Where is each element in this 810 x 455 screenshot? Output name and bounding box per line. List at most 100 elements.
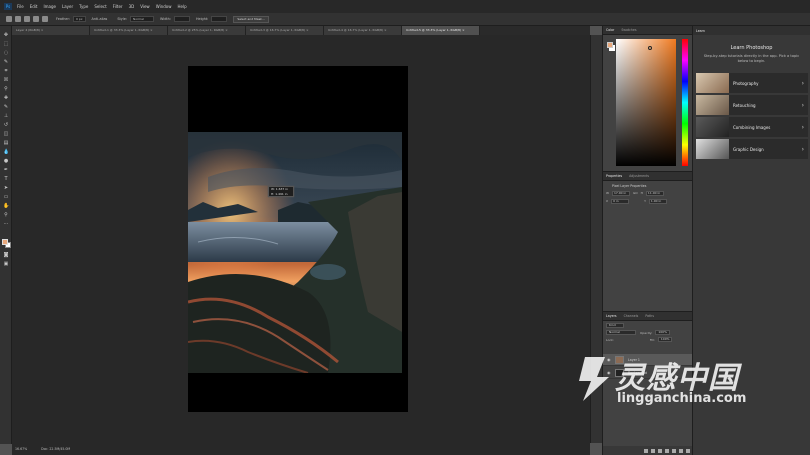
tab-channels[interactable]: Channels [624,314,639,318]
type-tool-icon[interactable]: T [3,176,9,182]
hue-slider[interactable] [682,39,688,166]
menu-view[interactable]: View [140,4,150,9]
tab-swatches[interactable]: Swatches [621,28,636,32]
learn-card-combining-images[interactable]: Combining Images › [696,117,808,137]
learn-card-graphic-design[interactable]: Graphic Design › [696,139,808,159]
antialias-checkbox[interactable]: Anti-alias [92,17,108,21]
learn-card-photography[interactable]: Photography › [696,73,808,93]
add-selection-icon[interactable] [24,16,30,22]
feather-input[interactable]: 0 px [72,16,86,22]
frame-tool-icon[interactable]: ☒ [3,77,9,83]
tab-adjustments[interactable]: Adjustments [629,174,649,178]
eraser-tool-icon[interactable]: ◫ [3,131,9,137]
menu-edit[interactable]: Edit [30,4,38,9]
canvas-area[interactable]: W: 1.637 in H: 1.491 in [12,35,590,443]
color-saturation-field[interactable] [616,39,676,166]
opacity-input[interactable]: 100% [655,330,670,335]
photography-thumbnail [696,73,729,93]
learn-card-retouching[interactable]: Retouching › [696,95,808,115]
new-selection-icon[interactable] [15,16,21,22]
color-panel-header: Color Swatches [603,26,693,35]
menu-layer[interactable]: Layer [62,4,73,9]
w-input[interactable]: 17.00 in [611,191,630,196]
menu-help[interactable]: Help [177,4,186,9]
y-input[interactable]: 1.00 in [648,199,667,204]
menu-file[interactable]: File [17,4,24,9]
tab-doc-3[interactable]: Untitled-2 @ 25% (Layer 1, RGB/8) × [168,26,246,35]
tab-doc-active[interactable]: Untitled-5 @ 33.3% (Layer 1, RGB/8) × [402,26,480,35]
stamp-tool-icon[interactable]: ⊥ [3,113,9,119]
dodge-tool-icon[interactable]: ● [3,158,9,164]
options-bar: Feather: 0 px Anti-alias Style: Normal W… [0,13,810,26]
document-canvas[interactable]: W: 1.637 in H: 1.491 in [188,66,408,412]
history-brush-icon[interactable]: ↺ [3,122,9,128]
width-input[interactable] [173,16,190,22]
tab-doc-2[interactable]: Untitled-1 @ 33.3% (Layer 1, RGB/8) × [90,26,168,35]
delete-layer-icon[interactable] [686,448,690,453]
feather-label: Feather: [56,17,70,21]
adjustment-layer-icon[interactable] [665,448,669,453]
menu-window[interactable]: Window [156,4,172,9]
quick-select-tool-icon[interactable]: ✎ [3,59,9,65]
landscape-photo: W: 1.637 in H: 1.491 in [188,132,402,373]
move-tool-icon[interactable]: ✥ [3,32,9,38]
x-input[interactable]: 0 in [611,199,630,204]
kind-filter-select[interactable]: Kind [606,323,624,328]
select-and-mask-button[interactable]: Select and Mask... [233,15,269,23]
marquee-tool-icon[interactable]: ⬚ [3,41,9,47]
shape-tool-icon[interactable]: ▭ [3,194,9,200]
healing-brush-icon[interactable]: ✚ [3,95,9,101]
new-group-icon[interactable] [672,448,676,453]
link-icon[interactable]: GO [633,191,638,196]
h-input[interactable]: 11.00 in [645,191,664,196]
blend-mode-select[interactable]: Normal [606,330,636,335]
tab-layers[interactable]: Layers [606,314,617,318]
w-label: W [606,191,609,195]
menu-type[interactable]: Type [79,4,88,9]
fill-input[interactable]: 100% [657,337,673,342]
tab-color[interactable]: Color [606,28,614,32]
more-tools-icon[interactable]: ⋯ [3,221,9,227]
hand-tool-icon[interactable]: ✋ [3,203,9,209]
watermark-domain: lingganchina.com [617,391,747,406]
learn-subtitle: Step-by-step tutorials directly in the a… [703,54,800,63]
pen-tool-icon[interactable]: ✒ [3,167,9,173]
gradient-tool-icon[interactable]: ▤ [3,140,9,146]
height-input[interactable] [211,16,228,22]
quick-mask-icon[interactable]: ◙ [3,252,9,258]
properties-title: Pixel Layer Properties [612,184,647,188]
link-layers-icon[interactable] [644,448,648,453]
tab-doc-4[interactable]: Untitled-3 @ 16.7% (Layer 1, RGB/8) × [246,26,324,35]
color-fg-swatch[interactable] [607,42,613,48]
intersect-selection-icon[interactable] [42,16,48,22]
eyedropper-tool-icon[interactable]: ⚲ [3,86,9,92]
zoom-level[interactable]: 16.67% [15,447,27,451]
marquee-tool-icon[interactable] [6,16,12,22]
layer-style-icon[interactable] [651,448,655,453]
menu-filter[interactable]: Filter [113,4,123,9]
brush-tool-icon[interactable]: ✎ [3,104,9,110]
tab-properties[interactable]: Properties [606,174,622,178]
color-picker-ring[interactable] [648,46,652,50]
learn-header: Learn [693,26,810,35]
style-select[interactable]: Normal [129,16,154,22]
tab-paths[interactable]: Paths [645,314,654,318]
path-select-icon[interactable]: ➤ [3,185,9,191]
subtract-selection-icon[interactable] [33,16,39,22]
crop-tool-icon[interactable]: ⌗ [3,68,9,74]
blur-tool-icon[interactable]: 💧 [3,149,9,155]
tab-learn[interactable]: Learn [696,29,705,33]
zoom-tool-icon[interactable]: ⚲ [3,212,9,218]
document-size[interactable]: Doc: 22.5M/45.0M [41,447,70,451]
new-layer-icon[interactable] [679,448,683,453]
lasso-tool-icon[interactable]: ◌ [3,50,9,56]
tab-doc-5[interactable]: Untitled-4 @ 16.7% (Layer 1, RGB/8) × [324,26,402,35]
menu-3d[interactable]: 3D [129,4,135,9]
foreground-color-swatch[interactable] [2,239,8,245]
add-mask-icon[interactable] [658,448,662,453]
screen-mode-icon[interactable]: ▣ [3,261,9,267]
menu-select[interactable]: Select [94,4,106,9]
tab-doc-1[interactable]: Layer 4 (RGB/8) × [12,26,90,35]
menu-image[interactable]: Image [43,4,56,9]
learn-title: Learn Photoshop [730,45,773,51]
